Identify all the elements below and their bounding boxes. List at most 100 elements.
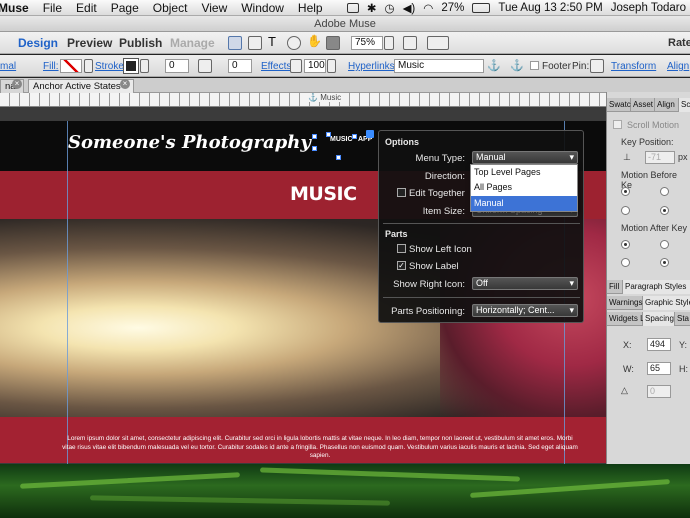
fill-dropdown-icon[interactable]: [84, 59, 93, 73]
transform-link[interactable]: Transform: [611, 61, 656, 72]
effects-icon[interactable]: [290, 59, 302, 73]
hyperlink-field[interactable]: Music: [394, 59, 484, 73]
corner-icon[interactable]: [198, 59, 212, 73]
show-label-checkbox[interactable]: ✓: [397, 261, 406, 270]
corner-radius-field[interactable]: 0: [228, 59, 252, 73]
page-heading[interactable]: MUSIC: [290, 183, 357, 205]
crop-tool-icon[interactable]: [248, 36, 262, 50]
rotation-field[interactable]: 0: [647, 385, 671, 398]
zoom-level-field[interactable]: 75%: [351, 36, 383, 50]
tab-design[interactable]: Design: [18, 36, 58, 50]
opacity-dropdown-icon[interactable]: [327, 59, 336, 73]
x-field[interactable]: 494: [647, 338, 671, 351]
hand-tool-icon[interactable]: ✋: [307, 34, 322, 48]
tab-publish[interactable]: Publish: [119, 36, 162, 50]
tab-fill[interactable]: Fill: [607, 280, 623, 294]
pin-grid-icon[interactable]: [590, 59, 604, 73]
clock[interactable]: Tue Aug 13 2:50 PM: [498, 2, 602, 14]
motion-radio[interactable]: [660, 258, 669, 267]
timemachine-icon[interactable]: ◷: [385, 1, 395, 15]
menu-page[interactable]: Page: [111, 1, 139, 15]
menu-type-select[interactable]: Manual: [472, 151, 578, 164]
option-all-pages[interactable]: All Pages: [471, 180, 577, 195]
zoom-dropdown-icon[interactable]: [384, 36, 394, 50]
stroke-label[interactable]: Stroke:: [95, 61, 127, 72]
stroke-width-field[interactable]: 0: [165, 59, 189, 73]
menu-window[interactable]: Window: [241, 1, 284, 15]
anchor-icon[interactable]: ⚓: [487, 59, 501, 72]
horizontal-ruler[interactable]: ⚓ Music: [0, 93, 606, 107]
tab-widgets-library[interactable]: Widgets Li: [607, 312, 646, 326]
tab-scroll-effects[interactable]: Scr: [679, 98, 690, 112]
selection-handle[interactable]: [312, 134, 317, 139]
tab-align[interactable]: Align: [655, 98, 679, 112]
stroke-swatch[interactable]: [123, 58, 139, 74]
site-title[interactable]: Someone's Photography: [68, 132, 311, 153]
menu-file[interactable]: File: [43, 1, 62, 15]
stroke-dropdown-icon[interactable]: [140, 59, 149, 73]
user-name[interactable]: Joseph Todaro: [611, 2, 686, 14]
zoom-tool-icon[interactable]: [287, 36, 301, 50]
motion-radio[interactable]: [660, 240, 669, 249]
footer-checkbox[interactable]: [530, 61, 539, 70]
tab-spacing[interactable]: Spacing: [643, 312, 675, 326]
fill-label[interactable]: Fill:: [43, 61, 59, 72]
selection-handle[interactable]: [312, 146, 317, 151]
tab-warnings[interactable]: Warnings: [607, 296, 643, 310]
anchor-button-icon[interactable]: ⚓: [510, 59, 524, 72]
fill-swatch[interactable]: [60, 59, 82, 73]
motion-radio[interactable]: [660, 187, 669, 196]
wifi-icon[interactable]: ◠: [423, 1, 433, 15]
selection-tool-icon[interactable]: [228, 36, 242, 50]
tab-graphic-styles[interactable]: Graphic Style: [643, 296, 690, 310]
battery-percent[interactable]: 27%: [441, 2, 464, 14]
align-link[interactable]: Align: [667, 61, 689, 72]
screen-icon[interactable]: [346, 3, 359, 13]
text-tool-icon[interactable]: T: [268, 34, 282, 49]
menu-help[interactable]: Help: [298, 1, 323, 15]
rate-label[interactable]: Rate: [668, 37, 690, 49]
option-top-level-pages[interactable]: Top Level Pages: [471, 165, 577, 180]
motion-radio[interactable]: [621, 240, 630, 249]
motion-radio[interactable]: [621, 206, 630, 215]
menu-edit[interactable]: Edit: [76, 1, 97, 15]
selection-handle[interactable]: [326, 132, 331, 137]
motion-radio[interactable]: [621, 258, 630, 267]
doc-tab-active[interactable]: Anchor Active States: [28, 79, 134, 93]
menu-view[interactable]: View: [201, 1, 227, 15]
selection-handle[interactable]: [336, 155, 341, 160]
widget-options-icon[interactable]: [366, 130, 374, 138]
motion-radio[interactable]: [660, 206, 669, 215]
opacity-field[interactable]: 100: [304, 59, 326, 73]
document-tabs: nal × Anchor Active States ×: [0, 78, 690, 93]
close-icon[interactable]: ×: [120, 79, 130, 89]
tab-paragraph-styles[interactable]: Paragraph Styles: [623, 280, 690, 294]
tab-states[interactable]: Sta: [675, 312, 690, 326]
tab-assets[interactable]: Asset: [631, 98, 655, 112]
selection-handle[interactable]: [352, 134, 357, 139]
hyperlinks-label[interactable]: Hyperlinks:: [348, 61, 397, 72]
footer-text[interactable]: Lorem ipsum dolor sit amet, consectetur …: [60, 435, 580, 461]
page-layout-icon[interactable]: [427, 36, 449, 50]
show-left-icon-checkbox[interactable]: [397, 244, 406, 253]
tab-preview[interactable]: Preview: [67, 36, 112, 50]
key-position-field[interactable]: -71: [645, 151, 675, 164]
parts-positioning-select[interactable]: Horizontally; Cent...: [472, 304, 578, 317]
bluetooth-icon[interactable]: ✱: [367, 1, 377, 15]
menu-object[interactable]: Object: [153, 1, 188, 15]
app-menu[interactable]: Muse: [0, 1, 29, 15]
tab-manage[interactable]: Manage: [170, 36, 215, 50]
volume-icon[interactable]: ◀): [403, 1, 416, 15]
w-field[interactable]: 65: [647, 362, 671, 375]
menu-item-music[interactable]: MUSIC: [330, 136, 353, 143]
edit-together-checkbox[interactable]: [397, 188, 406, 197]
show-right-icon-select[interactable]: Off: [472, 277, 578, 290]
close-icon[interactable]: ×: [12, 79, 22, 89]
scroll-motion-checkbox[interactable]: [613, 120, 622, 129]
view-mode-icon[interactable]: [403, 36, 417, 50]
rectangle-tool-icon[interactable]: [326, 36, 340, 50]
style-link[interactable]: mal: [0, 61, 16, 72]
option-manual[interactable]: Manual: [471, 196, 577, 211]
tab-swatches[interactable]: Swatc: [607, 98, 631, 112]
motion-radio[interactable]: [621, 187, 630, 196]
